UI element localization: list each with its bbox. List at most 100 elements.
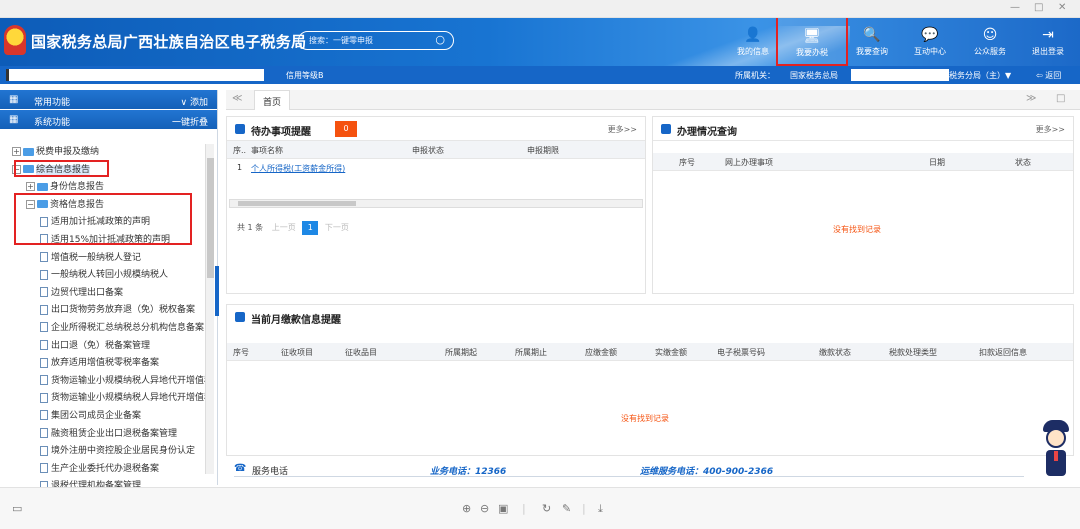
search-input[interactable]: 搜索：一键零申报 ○ bbox=[298, 31, 454, 50]
download-icon[interactable]: ⤓ bbox=[598, 502, 603, 516]
pager-prev[interactable]: 上一页 bbox=[272, 223, 296, 232]
column-header: 征收品目 bbox=[345, 348, 377, 357]
nav-public-service[interactable]: ☺ 公众服务 bbox=[962, 18, 1018, 66]
minimize-button[interactable]: — bbox=[1010, 2, 1020, 13]
todo-horizontal-scrollbar[interactable] bbox=[229, 199, 643, 208]
org-redaction-box bbox=[851, 69, 949, 81]
expand-icon[interactable]: + bbox=[12, 147, 21, 156]
tree-node-label: 出口货物劳务放弃退（免）税权备案 bbox=[51, 305, 196, 316]
tab-scroll-right[interactable]: ≫ bbox=[1026, 93, 1036, 104]
todo-count-badge: 0 bbox=[335, 121, 357, 137]
nav-tax-handling[interactable]: 🖥 我要办税 bbox=[776, 18, 848, 66]
service-icon: ☺ bbox=[982, 27, 998, 43]
mascot-tie bbox=[1054, 451, 1058, 461]
nav-label: 我的信息 bbox=[737, 47, 769, 56]
mascot-avatar[interactable] bbox=[1040, 418, 1072, 488]
common-functions-bar[interactable]: ▦ 常用功能 ∨ 添加 bbox=[0, 90, 217, 110]
pager-next[interactable]: 下一页 bbox=[325, 223, 349, 232]
close-button[interactable]: ✕ bbox=[1058, 2, 1066, 13]
zoom-out-icon[interactable]: ⊖ bbox=[480, 502, 489, 515]
collapse-icon[interactable]: − bbox=[26, 199, 35, 209]
panel-icon[interactable]: ▭ bbox=[12, 502, 22, 515]
document-icon bbox=[40, 287, 48, 298]
handling-more-link[interactable]: 更多>> bbox=[1036, 124, 1065, 135]
todo-pager: 共 1 条 上一页 1 下一页 bbox=[237, 221, 349, 235]
document-icon bbox=[40, 392, 48, 403]
nav-my-info[interactable]: 👤 我的信息 bbox=[725, 18, 781, 66]
nav-label: 互动中心 bbox=[914, 47, 946, 56]
tree-node[interactable]: 一般纳税人转回小规模纳税人 bbox=[0, 267, 205, 285]
empty-message: 没有找到记录 bbox=[833, 225, 881, 234]
tree-node[interactable]: 货物运输业小规模纳税人异地代开增值税 bbox=[0, 390, 205, 408]
collapse-icon[interactable]: − bbox=[12, 164, 21, 174]
todo-more-link[interactable]: 更多>> bbox=[608, 124, 637, 135]
tree-node[interactable]: 货物运输业小规模纳税人异地代开增值税 bbox=[0, 373, 205, 391]
tab-close-all[interactable]: □ bbox=[1056, 93, 1065, 104]
column-header: 所属期起 bbox=[445, 348, 477, 357]
tree-node[interactable]: 出口退（免）税备案管理 bbox=[0, 338, 205, 356]
pager-total: 共 1 条 bbox=[237, 223, 264, 232]
zoom-in-icon[interactable]: ⊕ bbox=[462, 502, 471, 515]
sidebar-collapse-handle[interactable] bbox=[215, 266, 219, 316]
tree-node[interactable]: 适用加计抵减政策的声明 bbox=[0, 214, 205, 232]
account-name-box bbox=[6, 69, 264, 81]
edit-icon[interactable]: ✎ bbox=[562, 502, 571, 515]
org-selector[interactable]: 税务分局（主）▼ bbox=[949, 70, 1011, 81]
search-icon[interactable]: ○ bbox=[435, 33, 445, 46]
expand-icon[interactable]: + bbox=[26, 182, 35, 192]
tree-node[interactable]: 边贸代理出口备案 bbox=[0, 285, 205, 303]
todo-item-link[interactable]: 个人所得税(工资薪金所得) bbox=[251, 163, 345, 174]
add-common-button[interactable]: ∨ 添加 bbox=[181, 95, 208, 108]
tree-node[interactable]: − 综合信息报告 bbox=[0, 162, 205, 180]
tab-scroll-left[interactable]: ≪ bbox=[232, 93, 242, 104]
rotate-icon[interactable]: ↻ bbox=[542, 502, 551, 515]
scroll-thumb[interactable] bbox=[238, 201, 356, 206]
search-placeholder: 搜索：一键零申报 bbox=[309, 36, 373, 45]
tree-node-label: 边贸代理出口备案 bbox=[51, 287, 124, 298]
tree-node[interactable]: 境外注册中资控股企业居民身份认定 bbox=[0, 443, 205, 461]
tree-node[interactable]: 生产企业委托代办退税备案 bbox=[0, 461, 205, 479]
tree-node[interactable]: 融资租赁企业出口退税备案管理 bbox=[0, 426, 205, 444]
todo-icon bbox=[235, 124, 245, 134]
column-header: 申报状态 bbox=[412, 146, 444, 155]
tree-node-label: 综合信息报告 bbox=[36, 164, 91, 175]
nav-logout[interactable]: ⇥ 退出登录 bbox=[1020, 18, 1076, 66]
pager-current-page[interactable]: 1 bbox=[302, 221, 319, 235]
back-button[interactable]: ⇦ 返回 bbox=[1036, 70, 1061, 81]
handling-table-header: 序号 网上办理事项 日期 状态 bbox=[653, 153, 1073, 171]
nav-interaction[interactable]: 💬 互动中心 bbox=[902, 18, 958, 66]
chat-icon: 💬 bbox=[921, 27, 939, 43]
tree-node[interactable]: + 税费申报及缴纳 bbox=[0, 144, 205, 162]
tree-node[interactable]: + 身份信息报告 bbox=[0, 179, 205, 197]
tree-node[interactable]: − 资格信息报告 bbox=[0, 197, 205, 215]
tab-home[interactable]: 首页 bbox=[254, 90, 291, 110]
column-header: 所属期止 bbox=[515, 348, 547, 357]
tree-node[interactable]: 集团公司成员企业备案 bbox=[0, 408, 205, 426]
tax-emblem-icon bbox=[4, 25, 26, 55]
maximize-button[interactable]: □ bbox=[1034, 2, 1043, 13]
tree-node[interactable]: 放弃适用增值税零税率备案 bbox=[0, 355, 205, 373]
todo-title: 待办事项提醒 bbox=[251, 127, 311, 138]
collapse-all-button[interactable]: 一键折叠 bbox=[172, 115, 208, 128]
tree-node[interactable]: 增值税一般纳税人登记 bbox=[0, 250, 205, 268]
tree-node[interactable]: 适用15%加计抵减政策的声明 bbox=[0, 232, 205, 250]
system-functions-bar[interactable]: ▦ 系统功能 一键折叠 bbox=[0, 110, 217, 130]
todo-header: 待办事项提醒 0 更多>> bbox=[227, 117, 645, 141]
scroll-thumb[interactable] bbox=[207, 158, 214, 278]
query-icon: 🔍 bbox=[863, 27, 881, 43]
nav-query[interactable]: 🔍 我要查询 bbox=[844, 18, 900, 66]
system-functions-label: 系统功能 bbox=[34, 118, 71, 128]
back-label: 返回 bbox=[1045, 71, 1062, 80]
table-row[interactable]: 1 个人所得税(工资薪金所得) bbox=[227, 159, 645, 176]
fit-icon[interactable]: ▣ bbox=[498, 502, 508, 515]
column-header: 电子税票号码 bbox=[717, 348, 765, 357]
tree-node-label: 税费申报及缴纳 bbox=[36, 147, 100, 157]
column-header: 缴款状态 bbox=[819, 348, 851, 357]
tree-node[interactable]: 企业所得税汇总纳税总分机构信息备案 bbox=[0, 320, 205, 338]
column-header: 扣款返回信息 bbox=[979, 348, 1027, 357]
document-icon bbox=[40, 234, 48, 245]
document-icon bbox=[40, 322, 48, 333]
tree-scrollbar[interactable] bbox=[205, 144, 214, 474]
tree-node[interactable]: 出口货物劳务放弃退（免）税权备案 bbox=[0, 302, 205, 320]
document-icon bbox=[40, 445, 48, 456]
